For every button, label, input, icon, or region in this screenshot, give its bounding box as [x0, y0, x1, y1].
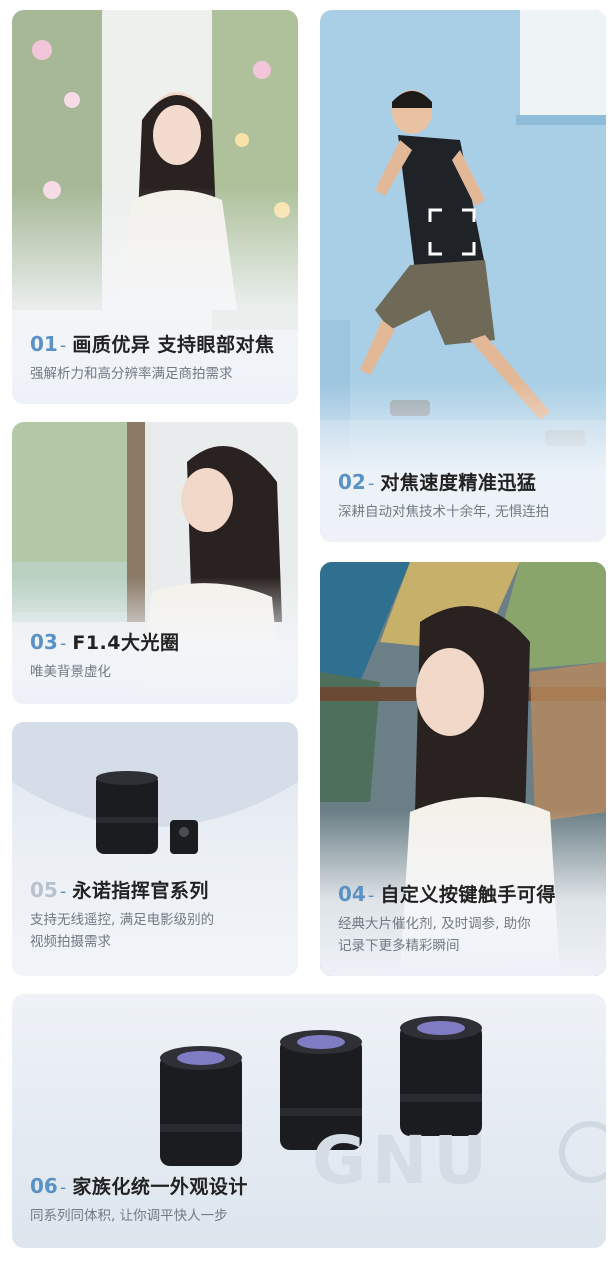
feature-number: 06: [30, 1174, 58, 1198]
feature-description: 唯美背景虚化: [30, 664, 111, 680]
feature-card-05: 05 - 永诺指挥官系列 支持无线遥控, 满足电影级别的 视频拍摄需求: [12, 722, 298, 976]
feature-description-line: 支持无线遥控, 满足电影级别的: [30, 912, 215, 928]
feature-dash: -: [59, 335, 67, 356]
feature-description-line: 经典大片催化剂, 及时调参, 助你: [338, 916, 531, 932]
caption-04: 04 - 自定义按键触手可得 经典大片催化剂, 及时调参, 助你 记录下更多精彩…: [338, 880, 594, 958]
feature-description: 同系列同体积, 让你调平快人一步: [30, 1208, 228, 1224]
feature-number: 02: [338, 470, 366, 494]
feature-dash: -: [367, 885, 375, 906]
feature-description-line: 记录下更多精彩瞬间: [338, 938, 460, 955]
feature-dash: -: [367, 473, 375, 494]
focus-frame-icon: [428, 208, 476, 256]
feature-card-01: 01 - 画质优异 支持眼部对焦 强解析力和高分辨率满足商拍需求: [12, 10, 298, 404]
caption-03: 03 - F1.4大光圈 唯美背景虚化: [30, 628, 286, 683]
caption-06: 06 - 家族化统一外观设计 同系列同体积, 让你调平快人一步: [30, 1172, 594, 1227]
lens-right: [400, 1016, 482, 1136]
feature-description: 经典大片催化剂, 及时调参, 助你 记录下更多精彩瞬间: [338, 913, 594, 958]
feature-card-03: 03 - F1.4大光圈 唯美背景虚化: [12, 422, 298, 704]
caption-05: 05 - 永诺指挥官系列 支持无线遥控, 满足电影级别的 视频拍摄需求: [30, 876, 286, 954]
caption-02: 02 - 对焦速度精准迅猛 深耕自动对焦技术十余年, 无惧连拍: [338, 468, 594, 523]
feature-dash: -: [59, 633, 67, 654]
feature-card-04: 04 - 自定义按键触手可得 经典大片催化剂, 及时调参, 助你 记录下更多精彩…: [320, 562, 606, 976]
feature-title: 自定义按键触手可得: [380, 884, 556, 906]
feature-card-06: GNU 06 - 家族化统一外观设计 同系列同体积, 让你调平快人一步: [12, 994, 606, 1248]
feature-number: 05: [30, 878, 58, 902]
feature-title: F1.4大光圈: [72, 632, 180, 654]
feature-description: 支持无线遥控, 满足电影级别的 视频拍摄需求: [30, 909, 286, 954]
feature-dash: -: [59, 881, 67, 902]
feature-page: 01 - 画质优异 支持眼部对焦 强解析力和高分辨率满足商拍需求 02 - 对焦…: [0, 0, 616, 1266]
caption-01: 01 - 画质优异 支持眼部对焦 强解析力和高分辨率满足商拍需求: [30, 330, 286, 385]
feature-description: 强解析力和高分辨率满足商拍需求: [30, 366, 233, 382]
feature-dash: -: [59, 1177, 67, 1198]
feature-number: 04: [338, 882, 366, 906]
lens-left: [160, 1046, 242, 1166]
feature-card-02: 02 - 对焦速度精准迅猛 深耕自动对焦技术十余年, 无惧连拍: [320, 10, 606, 542]
feature-description: 深耕自动对焦技术十余年, 无惧连拍: [338, 504, 550, 520]
feature-title: 永诺指挥官系列: [72, 880, 209, 902]
feature-number: 01: [30, 332, 58, 356]
feature-description-line: 视频拍摄需求: [30, 934, 111, 951]
feature-title: 对焦速度精准迅猛: [380, 472, 537, 494]
feature-number: 03: [30, 630, 58, 654]
feature-title: 画质优异 支持眼部对焦: [72, 334, 275, 356]
feature-title: 家族化统一外观设计: [72, 1176, 248, 1198]
